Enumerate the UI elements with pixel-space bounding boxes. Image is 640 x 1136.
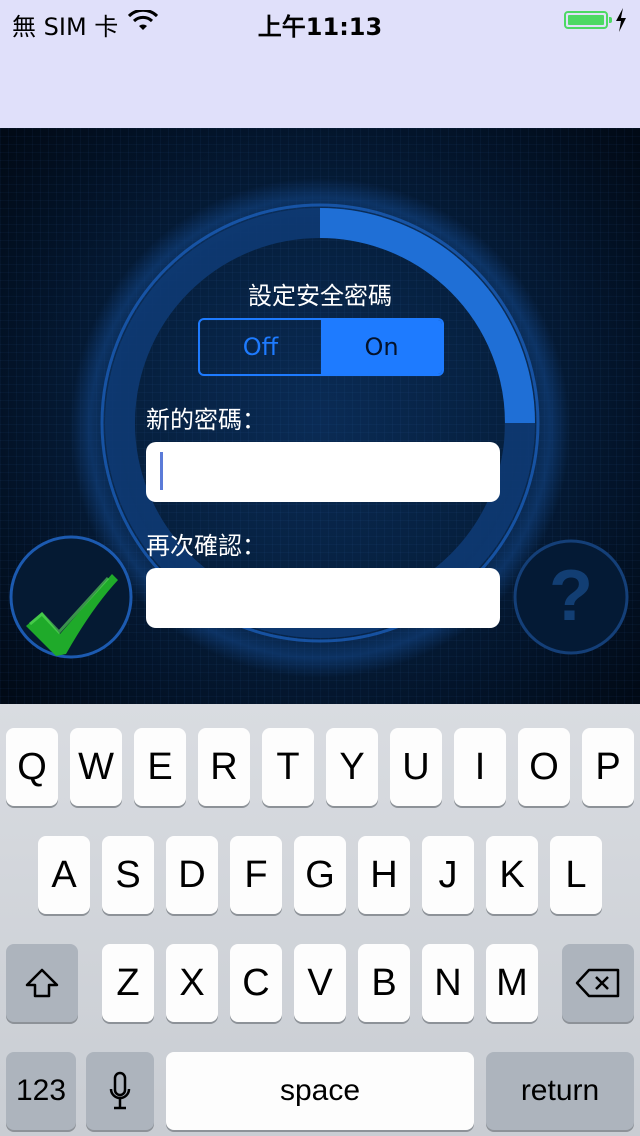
key-u[interactable]: U (390, 728, 442, 806)
charging-bolt-icon (616, 8, 626, 32)
text-cursor (160, 452, 163, 490)
key-a[interactable]: A (38, 836, 90, 914)
key-n[interactable]: N (422, 944, 474, 1022)
keyboard: Q W E R T Y U I O P A S D F G H J K L Z X C V B N M 123 space return (0, 704, 640, 1136)
key-o[interactable]: O (518, 728, 570, 806)
key-s[interactable]: S (102, 836, 154, 914)
confirm-password-field[interactable] (146, 568, 500, 628)
key-r[interactable]: R (198, 728, 250, 806)
new-password-label: 新的密碼： (146, 406, 266, 434)
space-key[interactable]: space (166, 1052, 474, 1130)
shift-key[interactable] (6, 944, 78, 1022)
key-d[interactable]: D (166, 836, 218, 914)
svg-text:?: ? (549, 556, 593, 636)
toggle-on-option[interactable]: On (321, 320, 442, 374)
toggle-off-option[interactable]: Off (200, 320, 321, 374)
key-e[interactable]: E (134, 728, 186, 806)
key-c[interactable]: C (230, 944, 282, 1022)
delete-icon (575, 968, 620, 998)
confirm-button[interactable] (8, 534, 134, 660)
battery-icon (564, 11, 612, 29)
key-x[interactable]: X (166, 944, 218, 1022)
return-key[interactable]: return (486, 1052, 634, 1130)
password-setup-panel: 設定安全密碼 Off On 新的密碼： 再次確認： ? (0, 128, 640, 704)
shift-icon (25, 968, 59, 998)
key-b[interactable]: B (358, 944, 410, 1022)
status-time: 上午11:13 (257, 13, 383, 41)
key-t[interactable]: T (262, 728, 314, 806)
key-z[interactable]: Z (102, 944, 154, 1022)
confirm-password-input[interactable] (146, 568, 500, 628)
key-p[interactable]: P (582, 728, 634, 806)
microphone-key[interactable] (86, 1052, 154, 1130)
key-w[interactable]: W (70, 728, 122, 806)
navigation-bar: 無 SIM 卡 上午11:13 (0, 0, 640, 128)
microphone-icon (109, 1071, 131, 1110)
help-button[interactable]: ? (512, 538, 630, 656)
numbers-key[interactable]: 123 (6, 1052, 76, 1130)
key-k[interactable]: K (486, 836, 538, 914)
delete-key[interactable] (562, 944, 634, 1022)
key-i[interactable]: I (454, 728, 506, 806)
key-m[interactable]: M (486, 944, 538, 1022)
new-password-field[interactable] (146, 442, 500, 502)
key-h[interactable]: H (358, 836, 410, 914)
page-title: 設定安全密碼 (248, 282, 392, 310)
password-toggle[interactable]: Off On (198, 318, 444, 376)
key-y[interactable]: Y (326, 728, 378, 806)
confirm-password-label: 再次確認： (146, 532, 266, 560)
key-g[interactable]: G (294, 836, 346, 914)
key-q[interactable]: Q (6, 728, 58, 806)
key-l[interactable]: L (550, 836, 602, 914)
question-icon: ? (513, 539, 629, 655)
new-password-input[interactable] (146, 442, 500, 502)
status-bar: 無 SIM 卡 上午11:13 (0, 0, 640, 41)
key-j[interactable]: J (422, 836, 474, 914)
key-f[interactable]: F (230, 836, 282, 914)
key-v[interactable]: V (294, 944, 346, 1022)
